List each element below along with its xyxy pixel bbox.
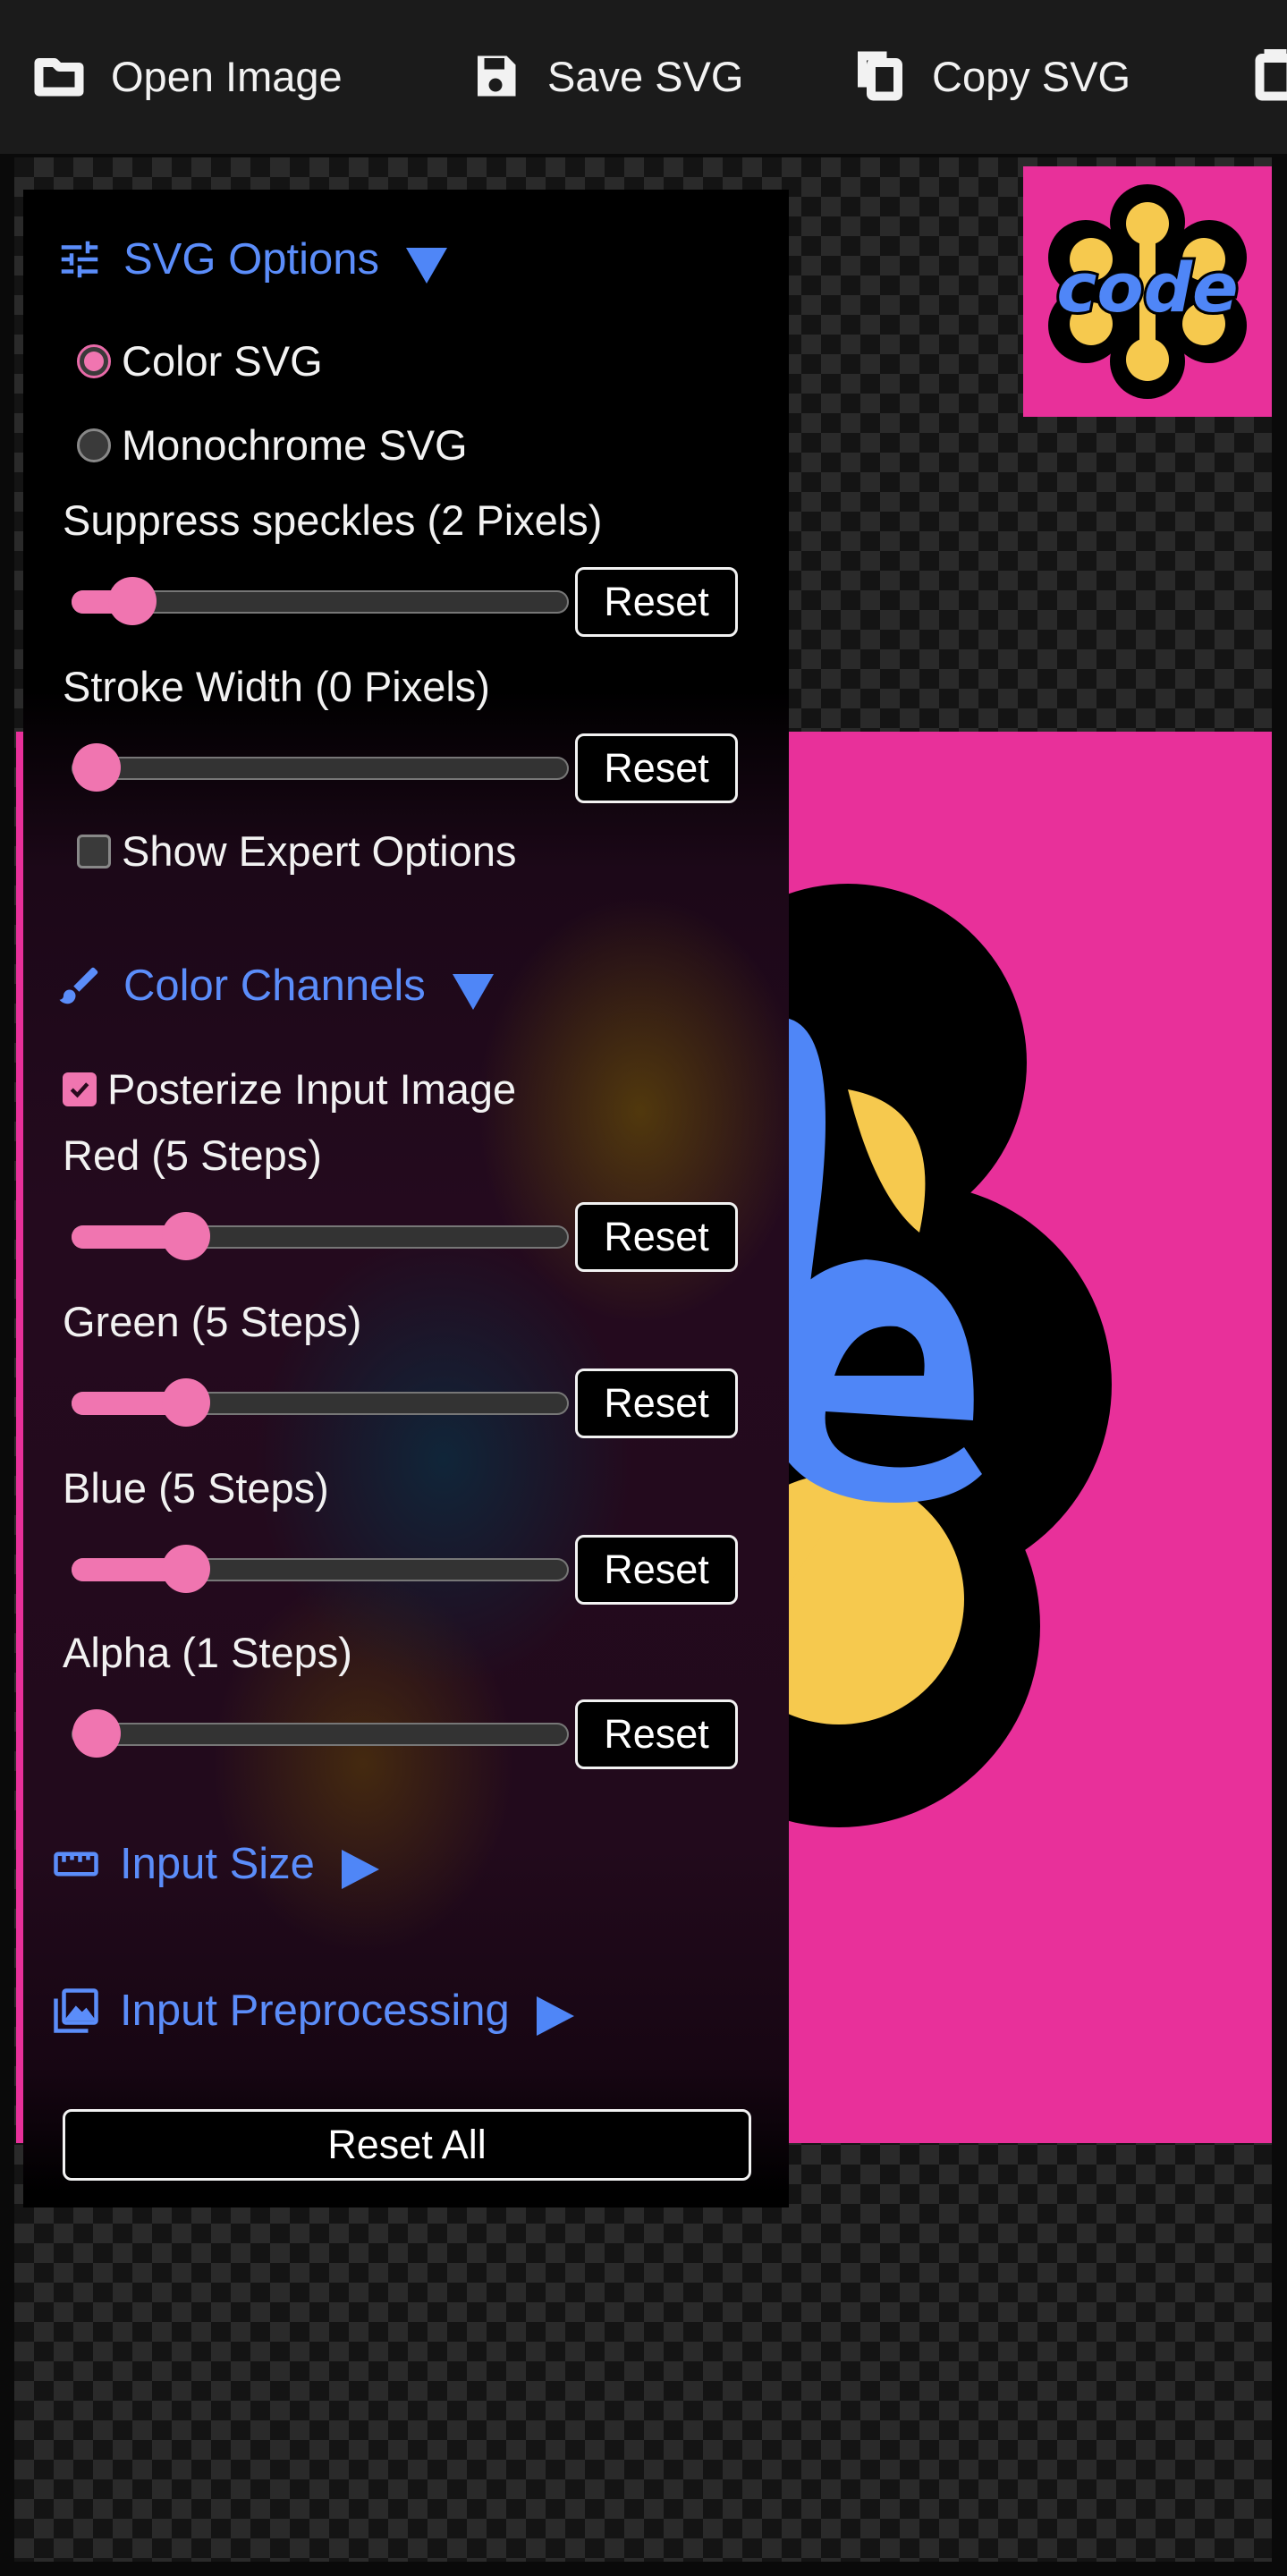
photo-library-icon [54, 1988, 98, 2033]
more-toolbar-button[interactable] [1249, 36, 1287, 116]
save-svg-label: Save SVG [547, 52, 744, 100]
collapsed-triangle-icon [341, 1850, 379, 1889]
stroke-width-label: Stroke Width (0 Pixels) [63, 663, 490, 710]
code-logo-thumbnail: code [1048, 184, 1247, 399]
slider-thumb[interactable] [108, 577, 157, 625]
red-reset-button[interactable]: Reset [575, 1202, 738, 1272]
speckles-label: Suppress speckles (2 Pixels) [63, 496, 603, 544]
posterize-checkbox[interactable]: Posterize Input Image [63, 1064, 516, 1114]
alpha-slider[interactable] [72, 1709, 569, 1758]
posterize-label: Posterize Input Image [107, 1065, 517, 1113]
blue-reset-button[interactable]: Reset [575, 1535, 738, 1605]
green-label: Green (5 Steps) [63, 1298, 362, 1345]
copy-icon [858, 51, 902, 101]
svg-options-header[interactable]: SVG Options [55, 234, 447, 284]
expanded-triangle-icon [405, 248, 447, 284]
svg-options-title: SVG Options [123, 235, 379, 284]
save-icon [478, 55, 516, 97]
monochrome-svg-label: Monochrome SVG [122, 421, 468, 469]
open-image-label: Open Image [111, 52, 343, 100]
toolbar: Open Image Save SVG Copy SVG [0, 0, 1287, 154]
open-image-button[interactable]: Open Image [32, 36, 343, 116]
monochrome-svg-radio[interactable]: Monochrome SVG [77, 420, 468, 470]
slider-thumb[interactable] [162, 1545, 210, 1593]
reset-all-button[interactable]: Reset All [63, 2109, 751, 2181]
show-expert-options-checkbox[interactable]: Show Expert Options [77, 826, 517, 876]
radio-unchecked[interactable] [77, 428, 111, 462]
folder-icon [34, 58, 84, 97]
input-preprocessing-header[interactable]: Input Preprocessing [52, 1986, 574, 2036]
expanded-triangle-icon [452, 974, 494, 1010]
save-svg-button[interactable]: Save SVG [469, 36, 743, 116]
thumbnail-preview: code [1023, 166, 1272, 417]
color-svg-label: Color SVG [122, 337, 323, 385]
checkbox-unchecked[interactable] [77, 834, 111, 869]
stroke-width-slider[interactable] [72, 743, 569, 792]
ruler-icon [54, 1852, 98, 1877]
red-slider[interactable] [72, 1212, 569, 1260]
red-label: Red (5 Steps) [63, 1131, 322, 1179]
alpha-reset-button[interactable]: Reset [575, 1699, 738, 1769]
slider-thumb[interactable] [72, 743, 121, 792]
brush-icon [59, 967, 98, 1004]
copy-svg-button[interactable]: Copy SVG [853, 36, 1130, 116]
checkbox-checked[interactable] [63, 1072, 97, 1106]
slider-thumb[interactable] [72, 1709, 121, 1758]
stroke-width-reset-button[interactable]: Reset [575, 733, 738, 803]
copy-svg-label: Copy SVG [932, 52, 1131, 100]
blue-slider[interactable] [72, 1545, 569, 1593]
color-channels-title: Color Channels [123, 962, 426, 1010]
blue-label: Blue (5 Steps) [63, 1464, 329, 1512]
slider-thumb[interactable] [162, 1378, 210, 1427]
radio-checked[interactable] [77, 343, 111, 378]
options-panel: SVG Options Color SVG Monochrome SVG Sup… [23, 190, 789, 2207]
color-svg-radio[interactable]: Color SVG [77, 336, 323, 386]
thumbnail-logo-text: code [1056, 248, 1238, 327]
green-reset-button[interactable]: Reset [575, 1368, 738, 1438]
input-size-title: Input Size [120, 1840, 315, 1888]
clipboard-icon [1255, 49, 1287, 101]
input-size-header[interactable]: Input Size [52, 1839, 379, 1889]
speckles-slider[interactable] [72, 577, 569, 625]
alpha-label: Alpha (1 Steps) [63, 1629, 352, 1676]
green-slider[interactable] [72, 1378, 569, 1427]
speckles-reset-button[interactable]: Reset [575, 567, 738, 637]
checkmark-icon [70, 1081, 89, 1097]
color-channels-header[interactable]: Color Channels [55, 961, 494, 1011]
tune-icon [61, 241, 98, 278]
show-expert-options-label: Show Expert Options [122, 827, 517, 875]
collapsed-triangle-icon [536, 1996, 574, 2036]
slider-thumb[interactable] [162, 1212, 210, 1260]
input-preprocessing-title: Input Preprocessing [120, 1987, 510, 2035]
